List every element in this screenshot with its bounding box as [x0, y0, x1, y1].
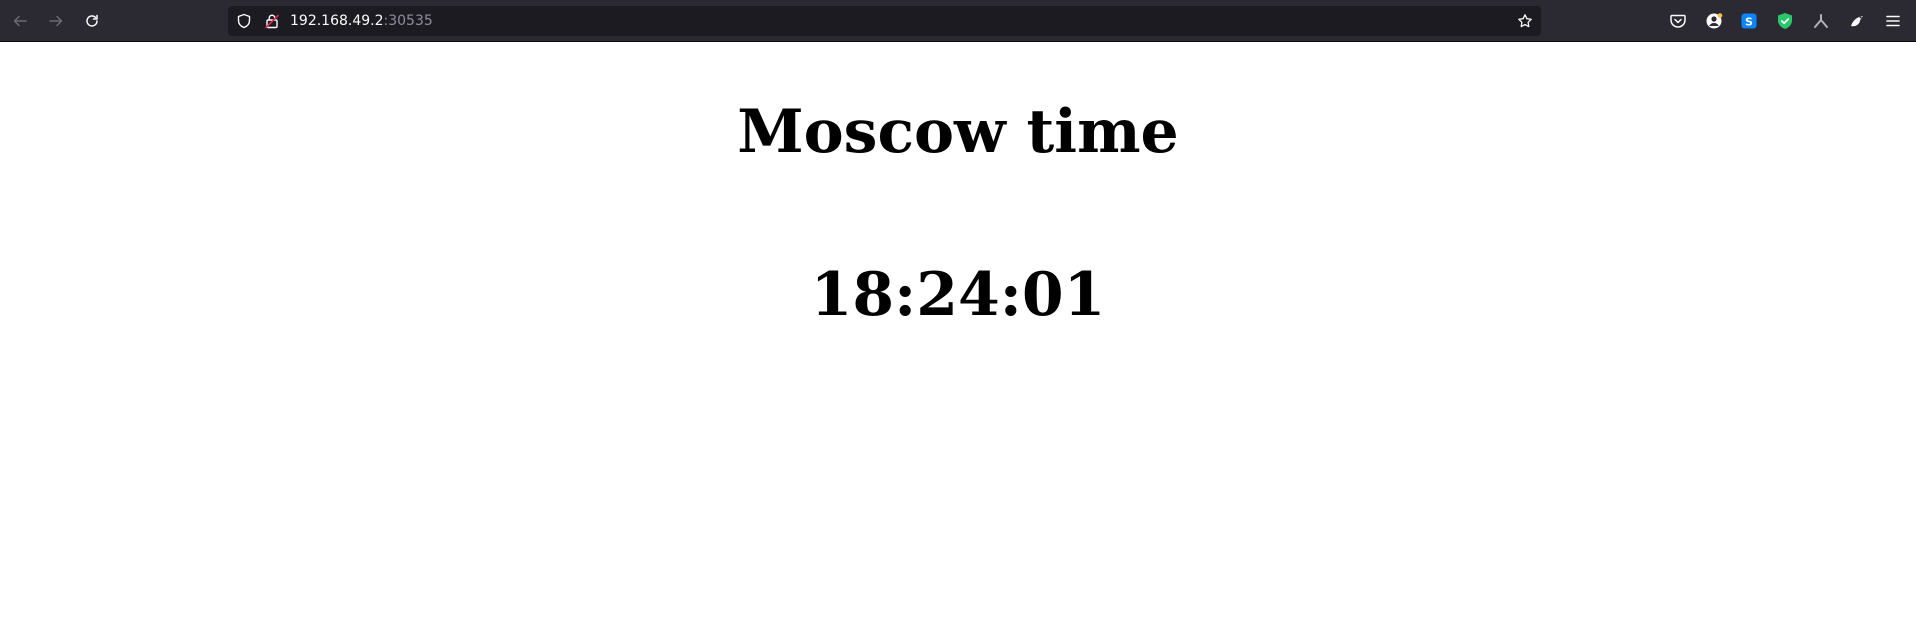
tracking-protection-button[interactable] [236, 13, 252, 29]
connection-info-button[interactable] [264, 13, 280, 29]
browser-toolbar: 192.168.49.2:30535 S [0, 0, 1916, 42]
star-icon [1518, 14, 1532, 28]
menu-button[interactable] [1883, 11, 1903, 31]
arrow-right-icon [49, 15, 63, 27]
arrow-left-icon [13, 15, 27, 27]
s-extension-button[interactable]: S [1739, 11, 1759, 31]
shield-extension-button[interactable] [1775, 11, 1795, 31]
bird-extension-icon [1851, 16, 1863, 27]
address-bar[interactable]: 192.168.49.2:30535 [228, 6, 1541, 36]
insecure-lock-icon [265, 14, 279, 29]
account-button[interactable] [1704, 11, 1724, 31]
tool-extension-icon [1814, 14, 1828, 28]
bird-extension-button[interactable] [1847, 11, 1867, 31]
hamburger-menu-icon [1886, 15, 1900, 27]
tool-extension-button[interactable] [1811, 11, 1831, 31]
url-text[interactable]: 192.168.49.2:30535 [290, 13, 433, 29]
green-shield-extension-icon [1778, 13, 1792, 29]
pocket-icon [1670, 14, 1686, 28]
url-host: 192.168.49.2 [290, 13, 384, 29]
moscow-time-value: 18:24:01 [810, 260, 1106, 330]
back-button[interactable] [8, 9, 32, 33]
s-extension-icon: S [1741, 13, 1757, 29]
pocket-button[interactable] [1668, 11, 1688, 31]
page-title: Moscow time [737, 97, 1179, 167]
forward-button[interactable] [44, 9, 68, 33]
page-content: Moscow time 18:24:01 [0, 42, 1916, 622]
reload-icon [86, 14, 98, 27]
url-port: :30535 [383, 13, 433, 29]
bookmark-button[interactable] [1517, 13, 1533, 29]
shield-icon [237, 13, 251, 29]
reload-button[interactable] [80, 9, 104, 33]
svg-text:S: S [1745, 16, 1753, 29]
account-icon [1706, 13, 1723, 29]
